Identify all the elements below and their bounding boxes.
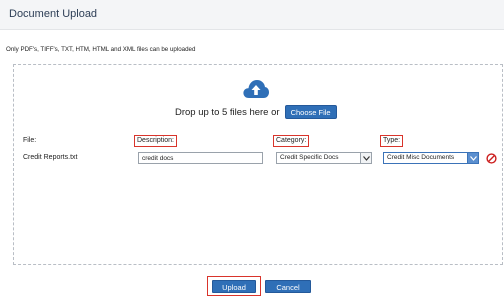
description-column-header: Description: <box>134 135 177 147</box>
description-input[interactable] <box>138 152 263 164</box>
file-type-notice: Only PDF's, TIFF's, TXT, HTM, HTML and X… <box>6 46 196 53</box>
category-select-value: Credit Specific Docs <box>280 154 339 161</box>
type-select[interactable]: Credit Misc Documents <box>383 152 479 164</box>
file-column-header: File: <box>23 137 37 144</box>
upload-button[interactable]: Upload <box>212 280 256 293</box>
type-column-header: Type: <box>380 135 404 147</box>
drop-text: Drop up to 5 files here or <box>175 106 280 118</box>
drop-prompt: Drop up to 5 files here or Choose File <box>175 104 337 120</box>
chevron-down-icon[interactable] <box>360 153 371 163</box>
dialog-header: Document Upload <box>0 0 504 30</box>
type-select-value: Credit Misc Documents <box>387 154 455 161</box>
file-name: Credit Reports.txt <box>23 154 78 161</box>
choose-file-button[interactable]: Choose File <box>284 105 337 119</box>
document-upload-dialog: Document Upload Only PDF's, TIFF's, TXT,… <box>0 0 504 296</box>
remove-file-icon[interactable] <box>486 153 497 164</box>
category-column-header: Category: <box>273 135 310 147</box>
dialog-title: Document Upload <box>9 8 98 20</box>
chevron-down-icon[interactable] <box>467 153 478 163</box>
category-select[interactable]: Credit Specific Docs <box>276 152 372 164</box>
cancel-button[interactable]: Cancel <box>265 280 311 293</box>
cloud-upload-icon <box>243 80 269 98</box>
